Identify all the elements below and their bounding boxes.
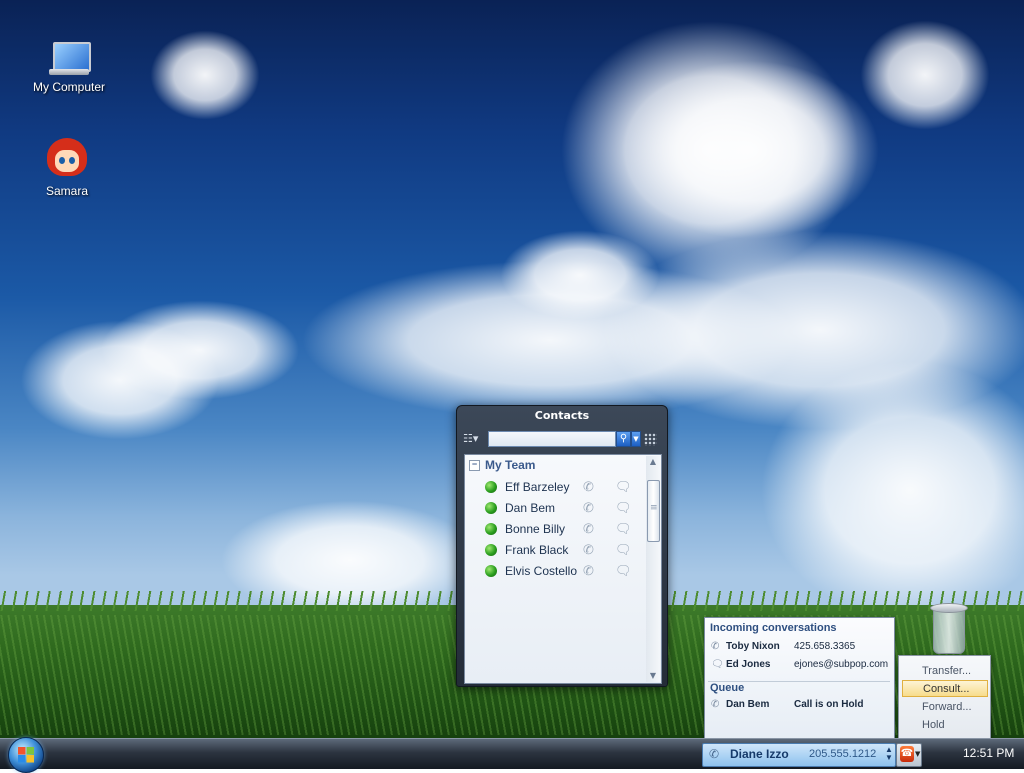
contact-name: Elvis Costello — [505, 564, 578, 578]
contacts-window: Contacts ☷▾ ⚲ ▼ − My Team Eff Barzeley ✆ … — [456, 405, 668, 687]
contact-name: Eff Barzeley — [505, 480, 570, 494]
search-dropdown-icon[interactable]: ▼ — [631, 431, 641, 447]
phone-icon[interactable]: ✆ — [583, 498, 594, 518]
desktop-icon-samara[interactable]: Samara — [22, 138, 112, 198]
contact-name: Dan Bem — [505, 501, 556, 515]
contacts-toolbar: ☷▾ ⚲ ▼ — [463, 430, 659, 450]
desktop-icon-label: Samara — [45, 184, 89, 198]
phone-icon: ✆ — [711, 699, 720, 710]
cloud — [620, 60, 880, 240]
call-context-menu: Transfer... Consult... Forward... Hold — [898, 655, 991, 743]
caller-name: Diane Izzo — [730, 747, 789, 761]
hang-up-icon: ☎ — [900, 746, 914, 762]
contact-name: Frank Black — [505, 543, 569, 557]
group-label: My Team — [485, 458, 536, 472]
menu-item-forward[interactable]: Forward... — [902, 699, 988, 716]
menu-item-consult[interactable]: Consult... — [902, 680, 988, 697]
window-title: Contacts — [534, 409, 590, 422]
conversations-popup: Incoming conversations ✆ Toby Nixon 425.… — [704, 617, 895, 742]
incoming-conversation-item[interactable]: 🗨 Ed Jones ejones@subpop.com — [711, 657, 891, 673]
queue-item[interactable]: ✆ Dan Bem Call is on Hold — [711, 697, 891, 713]
incoming-conversation-item[interactable]: ✆ Toby Nixon 425.658.3365 — [711, 639, 891, 655]
contact-list: − My Team Eff Barzeley ✆ 🗨 Dan Bem ✆ 🗨 Bo… — [464, 454, 662, 684]
computer-icon — [47, 42, 91, 76]
conversation-name: Toby Nixon — [726, 641, 780, 652]
menu-item-transfer[interactable]: Transfer... — [902, 663, 988, 680]
conversation-value: 425.658.3365 — [794, 641, 856, 652]
chevron-down-icon[interactable]: ▼ — [915, 750, 920, 758]
presence-online-icon — [485, 523, 497, 535]
taskbar-clock[interactable]: 12:51 PM — [963, 746, 1014, 760]
presence-online-icon — [485, 565, 497, 577]
cloud — [150, 30, 260, 120]
dialpad-icon[interactable] — [644, 433, 657, 446]
conversation-value: ejones@subpop.com — [794, 659, 889, 670]
cloud — [860, 20, 990, 130]
taskbar: ✆ Diane Izzo 205.555.1212 ▲ ▼ ☎ ▼ 12:51 P… — [0, 737, 1024, 773]
windows-logo-icon — [18, 747, 34, 763]
recycle-bin-icon[interactable] — [928, 603, 968, 654]
contact-name: Bonne Billy — [505, 522, 566, 536]
contact-item[interactable]: Dan Bem ✆ 🗨 — [483, 498, 633, 518]
phone-icon: ✆ — [711, 641, 720, 652]
search-icon[interactable]: ⚲ — [616, 431, 631, 447]
chat-icon: 🗨 — [711, 659, 724, 670]
call-control-button[interactable]: ☎ ▼ — [896, 743, 922, 767]
phone-icon[interactable]: ✆ — [583, 561, 594, 581]
scroll-up-icon[interactable]: ▲ — [646, 456, 660, 468]
contact-item[interactable]: Frank Black ✆ 🗨 — [483, 540, 633, 560]
menu-item-hold[interactable]: Hold — [902, 717, 988, 734]
queue-header: Queue — [710, 682, 745, 694]
cloud — [500, 230, 660, 320]
phone-icon[interactable]: ✆ — [583, 519, 594, 539]
vertical-scrollbar[interactable]: ▲ ▼ — [646, 456, 660, 682]
chat-icon[interactable]: 🗨 — [615, 498, 632, 518]
contact-item[interactable]: Bonne Billy ✆ 🗨 — [483, 519, 633, 539]
incoming-header: Incoming conversations — [710, 622, 837, 634]
phone-icon[interactable]: ✆ — [583, 540, 594, 560]
desktop-icon-label: My Computer — [32, 80, 106, 94]
scroll-down-icon[interactable]: ▼ — [646, 670, 660, 682]
presence-online-icon — [485, 502, 497, 514]
contact-item[interactable]: Elvis Costello ✆ 🗨 — [483, 561, 633, 581]
phone-icon: ✆ — [709, 747, 720, 761]
group-header-my-team[interactable]: − My Team — [469, 457, 535, 473]
caller-number: 205.555.1212 — [809, 748, 877, 760]
search-input[interactable] — [488, 431, 616, 447]
chat-icon[interactable]: 🗨 — [615, 519, 632, 539]
scroll-thumb[interactable] — [647, 480, 660, 542]
contact-item[interactable]: Eff Barzeley ✆ 🗨 — [483, 477, 633, 497]
conversation-name: Dan Bem — [726, 699, 770, 710]
avatar-icon — [45, 138, 89, 180]
list-view-icon[interactable]: ☷▾ — [463, 432, 485, 448]
expand-arrows-icon[interactable]: ▲ ▼ — [885, 746, 893, 762]
chat-icon[interactable]: 🗨 — [615, 477, 632, 497]
desktop-icon-my-computer[interactable]: My Computer — [24, 42, 114, 94]
call-status: Call is on Hold — [794, 699, 864, 710]
presence-online-icon — [485, 481, 497, 493]
cloud — [100, 300, 300, 400]
collapse-icon[interactable]: − — [469, 460, 480, 472]
conversation-name: Ed Jones — [726, 659, 771, 670]
active-call-button[interactable]: ✆ Diane Izzo 205.555.1212 ▲ ▼ — [702, 743, 896, 767]
phone-icon[interactable]: ✆ — [583, 477, 594, 497]
chat-icon[interactable]: 🗨 — [615, 540, 632, 560]
presence-online-icon — [485, 544, 497, 556]
chat-icon[interactable]: 🗨 — [615, 561, 632, 581]
